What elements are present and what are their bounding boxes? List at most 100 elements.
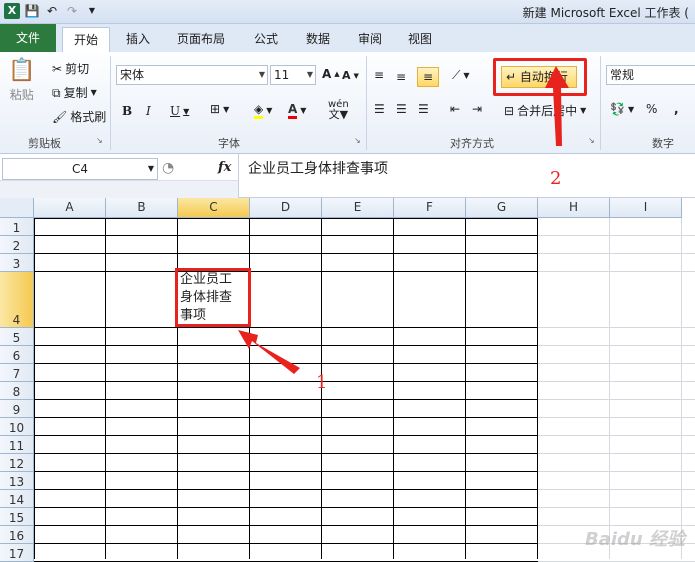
phonetic-button[interactable]: wén 文▼ bbox=[328, 100, 349, 121]
grid-hline bbox=[538, 345, 695, 346]
alignment-launcher-icon[interactable]: ↘ bbox=[588, 136, 595, 145]
align-top-button[interactable]: ≡ bbox=[374, 68, 384, 82]
row-header-1[interactable]: 1 bbox=[0, 218, 34, 236]
row-header-12[interactable]: 12 bbox=[0, 454, 34, 472]
column-header-a[interactable]: A bbox=[34, 198, 106, 218]
row-header-10[interactable]: 10 bbox=[0, 418, 34, 436]
column-header-e[interactable]: E bbox=[322, 198, 394, 218]
row-header-15[interactable]: 15 bbox=[0, 508, 34, 526]
decrease-indent-icon: ⇤ bbox=[450, 102, 461, 116]
align-middle-button[interactable]: ≡ bbox=[396, 70, 406, 84]
align-middle-icon: ≡ bbox=[396, 70, 407, 84]
comma-button[interactable]: , bbox=[674, 102, 679, 116]
grid-hline bbox=[34, 399, 538, 400]
row-header-14[interactable]: 14 bbox=[0, 490, 34, 508]
row-header-8[interactable]: 8 bbox=[0, 382, 34, 400]
cell-c4-highlight bbox=[175, 268, 251, 327]
row-header-4[interactable]: 4 bbox=[0, 272, 34, 328]
tab-home[interactable]: 开始 bbox=[62, 27, 110, 52]
select-all-corner[interactable] bbox=[0, 198, 34, 218]
grid-hline bbox=[34, 543, 538, 544]
paste-icon: 📋 bbox=[8, 58, 36, 83]
column-header-b[interactable]: B bbox=[106, 198, 178, 218]
row-header-9[interactable]: 9 bbox=[0, 400, 34, 418]
font-size-select[interactable]: 11 ▼ bbox=[270, 65, 316, 85]
tab-data[interactable]: 数据 bbox=[296, 27, 340, 52]
row-header-2[interactable]: 2 bbox=[0, 236, 34, 254]
undo-icon[interactable]: ↶ bbox=[44, 3, 60, 19]
customize-qat-icon[interactable]: ▼ bbox=[84, 3, 100, 19]
grid-hline bbox=[34, 271, 538, 272]
tab-file[interactable]: 文件 bbox=[0, 24, 56, 52]
cut-button[interactable]: ✂ 剪切 bbox=[52, 60, 89, 77]
grid-hline bbox=[34, 253, 538, 254]
row-header-11[interactable]: 11 bbox=[0, 436, 34, 454]
grid-hline bbox=[538, 235, 695, 236]
align-left-button[interactable]: ☰ bbox=[374, 102, 385, 116]
watermark: Baidu 经验 bbox=[584, 529, 685, 550]
save-icon[interactable]: 💾 bbox=[24, 3, 40, 19]
italic-button[interactable]: I bbox=[146, 104, 151, 118]
number-format-select[interactable]: 常规 bbox=[606, 65, 695, 85]
clipboard-launcher-icon[interactable]: ↘ bbox=[96, 136, 103, 145]
align-bottom-button[interactable]: ≡ bbox=[417, 67, 439, 87]
insert-function-icon[interactable]: fx bbox=[218, 160, 231, 175]
column-header-i[interactable]: I bbox=[610, 198, 682, 218]
tab-page-layout[interactable]: 页面布局 bbox=[168, 27, 234, 52]
fill-color-button[interactable]: ◈ ▼ bbox=[254, 102, 272, 119]
increase-font-button[interactable]: A ▲ bbox=[322, 67, 340, 81]
column-header-d[interactable]: D bbox=[250, 198, 322, 218]
font-color-button[interactable]: A ▼ bbox=[288, 102, 306, 119]
row-header-5[interactable]: 5 bbox=[0, 328, 34, 346]
wrap-text-highlight bbox=[493, 58, 587, 96]
ribbon: 📋 粘贴 ✂ 剪切 ⧉ 复制 ▼ 🖌 格式刷 剪贴板 ↘ 宋体 ▼ 11 ▼ A ▲ A ▼ B… bbox=[0, 52, 695, 154]
align-center-button[interactable]: ☰ bbox=[396, 102, 407, 116]
increase-indent-button[interactable]: ⇥ bbox=[472, 102, 482, 116]
tab-insert[interactable]: 插入 bbox=[116, 27, 160, 52]
format-painter-button[interactable]: 🖌 格式刷 bbox=[52, 108, 106, 125]
row-header-17[interactable]: 17 bbox=[0, 544, 34, 562]
column-header-g[interactable]: G bbox=[466, 198, 538, 218]
grid-hline bbox=[538, 417, 695, 418]
formula-bar-resize-icon[interactable]: ◔ bbox=[162, 160, 174, 176]
grid-hline bbox=[34, 381, 538, 382]
name-box[interactable]: C4 ▼ bbox=[2, 158, 158, 180]
merge-cells-icon: ⊟ bbox=[504, 103, 515, 118]
copy-button[interactable]: ⧉ 复制 ▼ bbox=[52, 84, 97, 101]
formula-input[interactable]: 企业员工身体排查事项 bbox=[248, 158, 388, 178]
worksheet-grid[interactable]: ABCDEFGHI 1 2 3 4 5 6 7 8 9 10 11 12 13 14 15 16 17 企业员工… bbox=[0, 198, 695, 562]
font-group-label: 字体 bbox=[218, 137, 240, 150]
tab-formulas[interactable]: 公式 bbox=[244, 27, 288, 52]
decrease-font-button[interactable]: A ▼ bbox=[342, 69, 359, 82]
font-launcher-icon[interactable]: ↘ bbox=[354, 136, 361, 145]
paste-button[interactable]: 📋 粘贴 bbox=[8, 58, 35, 103]
underline-button[interactable]: U ▼ bbox=[170, 104, 189, 118]
column-header-f[interactable]: F bbox=[394, 198, 466, 218]
bold-button[interactable]: B bbox=[122, 104, 132, 118]
font-color-icon: A bbox=[288, 102, 298, 119]
row-header-13[interactable]: 13 bbox=[0, 472, 34, 490]
row-header-7[interactable]: 7 bbox=[0, 364, 34, 382]
grid-hline bbox=[34, 235, 538, 236]
redo-icon[interactable]: ↷ bbox=[64, 3, 80, 19]
column-header-c[interactable]: C bbox=[178, 198, 250, 218]
currency-button[interactable]: 💱 ▼ bbox=[610, 102, 634, 116]
grid-hline bbox=[34, 525, 538, 526]
grid-hline bbox=[34, 435, 538, 436]
grid-hline bbox=[538, 363, 695, 364]
annotation-number-2: 2 bbox=[550, 168, 562, 189]
row-header-16[interactable]: 16 bbox=[0, 526, 34, 544]
percent-button[interactable]: % bbox=[646, 102, 657, 116]
row-header-6[interactable]: 6 bbox=[0, 346, 34, 364]
decrease-indent-button[interactable]: ⇤ bbox=[450, 102, 460, 116]
font-name-select[interactable]: 宋体 ▼ bbox=[116, 65, 268, 85]
tab-review[interactable]: 审阅 bbox=[348, 27, 392, 52]
row-header-3[interactable]: 3 bbox=[0, 254, 34, 272]
orientation-button[interactable]: ⟋ ▼ bbox=[452, 68, 470, 82]
align-right-button[interactable]: ☰ bbox=[418, 102, 429, 116]
excel-logo-icon: X bbox=[4, 3, 20, 19]
borders-button[interactable]: ⊞ ▼ bbox=[210, 102, 229, 116]
merge-center-button[interactable]: ⊟ 合并后居中 ▼ bbox=[504, 102, 586, 119]
tab-view[interactable]: 视图 bbox=[398, 27, 442, 52]
column-header-h[interactable]: H bbox=[538, 198, 610, 218]
